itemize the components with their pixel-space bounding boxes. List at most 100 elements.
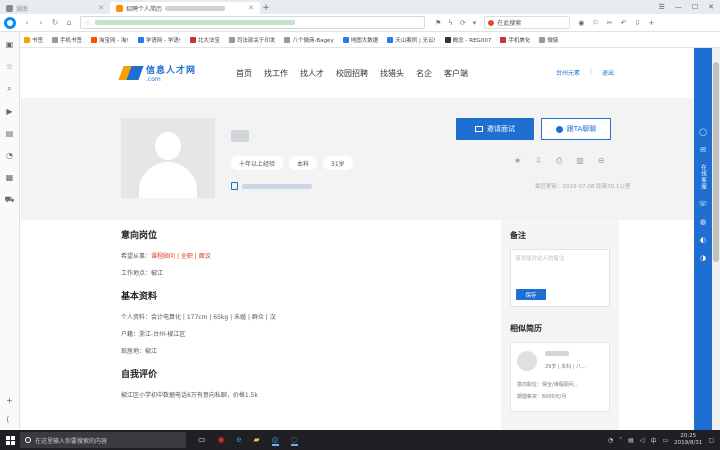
wallet-icon[interactable]: ▤: [6, 129, 14, 138]
cart-icon[interactable]: ⛟: [4, 195, 14, 205]
cart-icon[interactable]: ⚑: [435, 19, 441, 27]
forward-icon[interactable]: ›: [34, 18, 48, 27]
notification-icon[interactable]: ▢: [708, 437, 714, 444]
wechat-app-icon[interactable]: ◌: [290, 435, 298, 446]
game-icon[interactable]: ◉: [578, 19, 584, 27]
block-icon[interactable]: ⊖: [598, 156, 605, 166]
nav-campus[interactable]: 校园招聘: [336, 68, 368, 79]
site-icon: [444, 36, 451, 43]
bookmark-item[interactable]: 手机书签: [52, 36, 82, 44]
bookmark-item[interactable]: 司法部关于印发: [228, 36, 275, 44]
browser-tab[interactable]: 湖南 ✕: [0, 2, 110, 14]
bookmark-item[interactable]: 概念 - REG007: [444, 36, 491, 44]
nav-find-talent[interactable]: 找人才: [300, 68, 324, 79]
user-city-link[interactable]: 台州元素: [556, 68, 580, 77]
lock-icon[interactable]: ▥: [576, 156, 584, 166]
nav-famous-companies[interactable]: 名企: [416, 68, 432, 79]
flash-icon[interactable]: ϟ: [448, 19, 453, 27]
taskbar-search[interactable]: 在这里输入你要搜索的内容: [20, 432, 186, 448]
start-button[interactable]: [0, 435, 20, 445]
bookmark-item[interactable]: 天山案例 | 无讼!: [387, 36, 436, 44]
search-icon[interactable]: ⌕: [7, 84, 11, 94]
bookmark-item[interactable]: 微链: [539, 36, 558, 44]
nav-find-job[interactable]: 找工作: [264, 68, 288, 79]
invite-interview-button[interactable]: 邀请面试: [456, 118, 534, 140]
phone-icon[interactable]: ☏: [699, 200, 708, 208]
user-icon[interactable]: ◯: [699, 128, 707, 136]
reload-icon[interactable]: ↻: [48, 18, 62, 27]
wechat-icon[interactable]: ◑: [700, 254, 706, 262]
netease-music-icon[interactable]: ◉: [218, 435, 225, 446]
close-icon[interactable]: ✕: [248, 4, 254, 12]
scrollbar[interactable]: [712, 48, 720, 430]
home-icon[interactable]: ⌂: [62, 18, 76, 27]
dropdown-icon[interactable]: ▾: [473, 19, 477, 27]
flag-icon[interactable]: ⚐: [592, 19, 598, 27]
close-icon[interactable]: ✕: [98, 4, 104, 12]
similar-name-blur: [545, 351, 569, 356]
avatar: [121, 118, 215, 198]
mail-icon[interactable]: ✉: [700, 146, 706, 154]
new-tab-icon[interactable]: +: [260, 2, 272, 14]
minimize-icon[interactable]: —: [675, 3, 682, 11]
bookmark-item[interactable]: 淘宝网 - 淘!: [91, 36, 129, 44]
download-icon[interactable]: ⇩: [535, 156, 542, 166]
keyboard-icon[interactable]: ▭: [662, 437, 668, 444]
back-icon[interactable]: ‹: [20, 18, 34, 27]
up-arrow-icon[interactable]: ˄: [619, 437, 622, 444]
qq-tray-icon[interactable]: ◔: [608, 437, 613, 444]
chat-icon[interactable]: ◔: [6, 151, 13, 160]
bookmark-item[interactable]: 北大法宝: [189, 36, 220, 44]
nav-headhunter[interactable]: 找猎头: [380, 68, 404, 79]
browser-logo-icon[interactable]: [4, 16, 16, 29]
edge-icon[interactable]: e: [237, 435, 242, 446]
folder-icon[interactable]: ▰: [253, 435, 259, 446]
bookmark-label: 手机书签: [60, 37, 83, 44]
refresh-icon[interactable]: ⟳: [460, 19, 466, 27]
network-icon[interactable]: ▤: [628, 437, 634, 444]
ime-indicator[interactable]: 中: [650, 436, 656, 445]
qq-icon[interactable]: ◐: [700, 236, 706, 244]
site-logo[interactable]: 信息人才网 .com: [118, 63, 196, 83]
chat-button[interactable]: 跟TA聊聊: [541, 118, 611, 140]
side-panel: 备注 请添加对此人的备注 保存 相似简历 29岁 | 本科 | 八... 意向职…: [501, 220, 619, 430]
bookmark-item[interactable]: 书签: [24, 36, 43, 44]
maximize-icon[interactable]: ☐: [692, 3, 698, 11]
undo-icon[interactable]: ↶: [621, 19, 627, 27]
save-button[interactable]: 保存: [516, 289, 546, 300]
add-icon[interactable]: +: [6, 396, 13, 405]
close-window-icon[interactable]: ✕: [708, 3, 714, 11]
bookmark-item[interactable]: 学语网 - 学语!: [137, 36, 181, 44]
print-icon[interactable]: ⎙: [556, 156, 562, 166]
more-icon[interactable]: +: [648, 19, 654, 27]
nav-home[interactable]: 首页: [236, 68, 252, 79]
app-icon[interactable]: ▦: [6, 173, 14, 182]
bookmark-item[interactable]: 地图大数据: [342, 36, 378, 44]
bookmark-item[interactable]: 八个微商-Bagey: [284, 36, 334, 44]
browser-tab-active[interactable]: 招聘个人简历 ✕: [110, 2, 260, 14]
scrollbar-thumb[interactable]: [713, 62, 719, 262]
bookmark-item[interactable]: 手机美化: [500, 36, 530, 44]
favorite-star-icon[interactable]: ★: [514, 156, 521, 166]
tv-icon[interactable]: ▣: [6, 40, 14, 49]
cut-icon[interactable]: ✂: [607, 19, 613, 27]
download-icon[interactable]: ⇩: [634, 19, 640, 27]
task-view-icon[interactable]: ▭: [198, 435, 206, 446]
collapse-icon[interactable]: ⟨: [6, 415, 13, 424]
clock[interactable]: 20:25 2019/8/31: [674, 433, 702, 447]
weibo-icon[interactable]: ◍: [700, 218, 706, 226]
star-icon[interactable]: ☆: [6, 62, 13, 71]
volume-icon[interactable]: ◁: [640, 437, 645, 444]
logout-link[interactable]: 退出: [602, 68, 614, 77]
tag-education: 本科: [289, 156, 318, 170]
menu-icon[interactable]: ☰: [659, 3, 665, 11]
browser-app-icon[interactable]: ◎: [271, 435, 279, 446]
online-service-text[interactable]: 在线客服: [699, 164, 707, 190]
video-icon[interactable]: ▶: [6, 107, 12, 116]
search-box[interactable]: 在此搜索: [484, 16, 571, 29]
nav-client[interactable]: 客户端: [444, 68, 468, 79]
similar-resume-card[interactable]: 29岁 | 本科 | 八... 意向职位：保全/课程顾问... 期望薪资：600…: [510, 342, 610, 412]
url-input[interactable]: ☆: [80, 16, 425, 29]
bookmark-star-icon[interactable]: ☆: [85, 19, 91, 27]
note-input[interactable]: 请添加对此人的备注 保存: [510, 249, 610, 307]
